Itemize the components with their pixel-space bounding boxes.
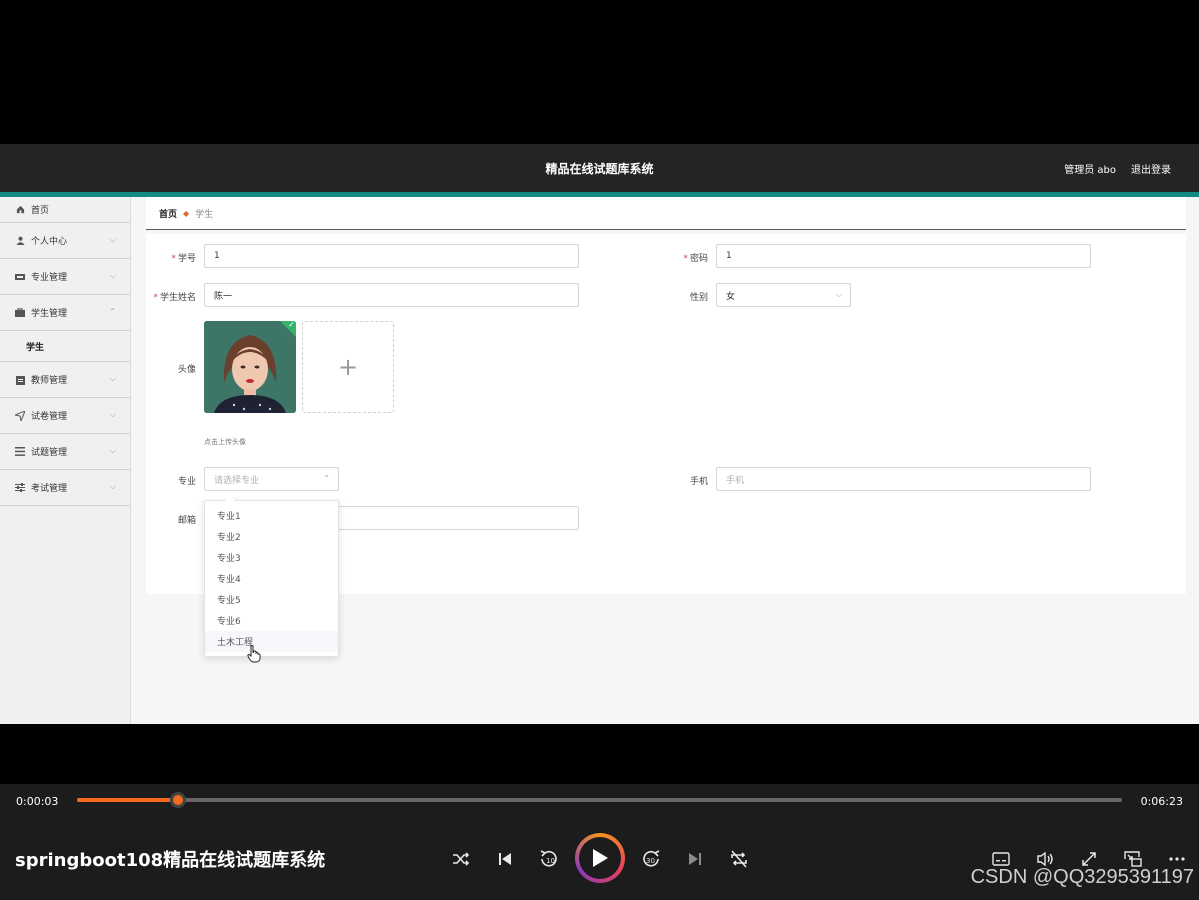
play-icon xyxy=(579,837,621,879)
seek-bar[interactable] xyxy=(77,792,1122,808)
sidebar-subitem-student[interactable]: 学生 xyxy=(0,331,130,362)
major-option[interactable]: 专业4 xyxy=(205,568,338,589)
play-button[interactable] xyxy=(575,833,625,883)
major-dropdown: 专业1 专业2 专业3 专业4 专业5 专业6 土木工程 xyxy=(204,495,339,657)
seek-handle[interactable] xyxy=(169,792,186,808)
skip-back-icon[interactable] xyxy=(494,848,516,870)
check-icon: ✓ xyxy=(288,321,295,329)
gender-label: 性别 xyxy=(689,293,708,303)
phone-label: 手机 xyxy=(689,477,708,487)
forward-30-icon[interactable]: 30 xyxy=(640,848,662,870)
avatar-image[interactable]: ✓ xyxy=(204,321,296,413)
chevron-down-icon: ⌵ xyxy=(109,374,116,383)
password-input[interactable]: 1 xyxy=(716,244,1091,268)
seek-bar-progress xyxy=(77,798,178,802)
shuffle-icon[interactable] xyxy=(450,848,472,870)
rewind-10-icon[interactable]: 10 xyxy=(538,848,560,870)
student-no-label: * 学号 xyxy=(171,254,196,264)
logout-link[interactable]: 退出登录 xyxy=(1131,161,1171,176)
skip-forward-icon[interactable] xyxy=(684,848,706,870)
chevron-down-icon: ⌵ xyxy=(109,271,116,280)
avatar-label: 头像 xyxy=(177,365,196,375)
upload-hint: 点击上传头像 xyxy=(204,438,246,446)
sidebar-item-label: 专业管理 xyxy=(31,273,68,283)
sidebar-subitem-label: 学生 xyxy=(26,342,45,353)
major-option[interactable]: 专业1 xyxy=(205,505,338,526)
current-time: 0:00:03 xyxy=(16,795,59,808)
repeat-off-icon[interactable] xyxy=(728,848,750,870)
major-option[interactable]: 专业2 xyxy=(205,526,338,547)
sidebar-item-label: 个人中心 xyxy=(31,237,68,247)
sidebar-item-major[interactable]: 专业管理 ⌵ xyxy=(0,259,130,295)
major-placeholder: 请选择专业 xyxy=(214,475,260,486)
sidebar-item-label: 首页 xyxy=(31,206,50,216)
chevron-down-icon: ⌵ xyxy=(109,410,116,419)
sidebar-item-papers[interactable]: 试卷管理 ⌵ xyxy=(0,398,130,434)
clipboard-icon xyxy=(15,375,25,385)
chevron-down-icon: ⌵ xyxy=(835,290,842,299)
sidebar-item-exams[interactable]: 考试管理 ⌵ xyxy=(0,470,130,506)
top-bar: 精品在线试题库系统 管理员 abo 退出登录 xyxy=(0,144,1199,192)
breadcrumb-home[interactable]: 首页 xyxy=(159,207,177,220)
sidebar-item-profile[interactable]: 个人中心 ⌵ xyxy=(0,223,130,259)
send-icon xyxy=(15,410,25,421)
svg-text:10: 10 xyxy=(546,857,555,865)
plus-icon: + xyxy=(337,353,359,381)
breadcrumb: 首页 ◆ 学生 xyxy=(146,197,1186,230)
major-icon xyxy=(15,272,25,282)
gender-value: 女 xyxy=(726,291,736,302)
email-label: 邮箱 xyxy=(177,516,196,526)
phone-input[interactable]: 手机 xyxy=(716,467,1091,491)
major-option[interactable]: 专业6 xyxy=(205,610,338,631)
avatar-upload-button[interactable]: + xyxy=(302,321,394,413)
list-icon xyxy=(15,447,25,457)
user-icon xyxy=(15,236,25,246)
hand-cursor-icon xyxy=(247,645,261,663)
briefcase-icon xyxy=(15,308,25,318)
password-label: * 密码 xyxy=(683,254,708,264)
sidebar: 首页 个人中心 ⌵ 专业管理 ⌵ 学生管理 ⌃ 学生 教师管理 ⌵ 试卷管理 ⌵… xyxy=(0,197,131,724)
chevron-up-icon: ⌃ xyxy=(109,307,116,316)
svg-text:30: 30 xyxy=(646,857,655,865)
chevron-down-icon: ⌵ xyxy=(109,482,116,491)
app-screen: 精品在线试题库系统 管理员 abo 退出登录 首页 个人中心 ⌵ 专业管理 ⌵ xyxy=(0,144,1199,724)
video-player-controls: 0:00:03 0:06:23 springboot108精品在线试题库系统 1… xyxy=(0,784,1199,900)
name-input[interactable]: 陈一 xyxy=(204,283,579,307)
sidebar-item-home[interactable]: 首页 xyxy=(0,197,130,223)
name-label: * 学生姓名 xyxy=(153,293,196,303)
chevron-up-icon: ⌃ xyxy=(323,474,330,483)
sidebar-item-label: 考试管理 xyxy=(31,484,68,494)
breadcrumb-separator-icon: ◆ xyxy=(183,208,190,218)
sidebar-item-label: 试题管理 xyxy=(31,448,68,458)
sidebar-item-label: 教师管理 xyxy=(31,376,68,386)
chevron-down-icon: ⌵ xyxy=(109,235,116,244)
gender-select[interactable]: 女 ⌵ xyxy=(716,283,851,307)
student-no-input[interactable]: 1 xyxy=(204,244,579,268)
total-time: 0:06:23 xyxy=(1140,795,1183,808)
sliders-icon xyxy=(15,483,25,493)
video-title: springboot108精品在线试题库系统 xyxy=(15,850,326,871)
major-option[interactable]: 专业3 xyxy=(205,547,338,568)
major-label: 专业 xyxy=(177,477,196,487)
chevron-down-icon: ⌵ xyxy=(109,446,116,455)
major-option[interactable]: 土木工程 xyxy=(205,631,338,652)
sidebar-item-students[interactable]: 学生管理 ⌃ xyxy=(0,295,130,331)
video-stage: 精品在线试题库系统 管理员 abo 退出登录 首页 个人中心 ⌵ 专业管理 ⌵ xyxy=(0,0,1199,900)
sidebar-item-label: 学生管理 xyxy=(31,309,68,319)
breadcrumb-current: 学生 xyxy=(195,209,214,220)
watermark: CSDN @QQ3295391197 xyxy=(970,866,1194,888)
sidebar-item-label: 试卷管理 xyxy=(31,412,68,422)
major-select[interactable]: 请选择专业 ⌃ xyxy=(204,467,339,491)
home-icon xyxy=(15,205,25,215)
sidebar-item-teachers[interactable]: 教师管理 ⌵ xyxy=(0,362,130,398)
app-title: 精品在线试题库系统 xyxy=(545,162,654,176)
sidebar-item-questions[interactable]: 试题管理 ⌵ xyxy=(0,434,130,470)
admin-user-label: 管理员 abo xyxy=(1064,165,1116,176)
major-option[interactable]: 专业5 xyxy=(205,589,338,610)
